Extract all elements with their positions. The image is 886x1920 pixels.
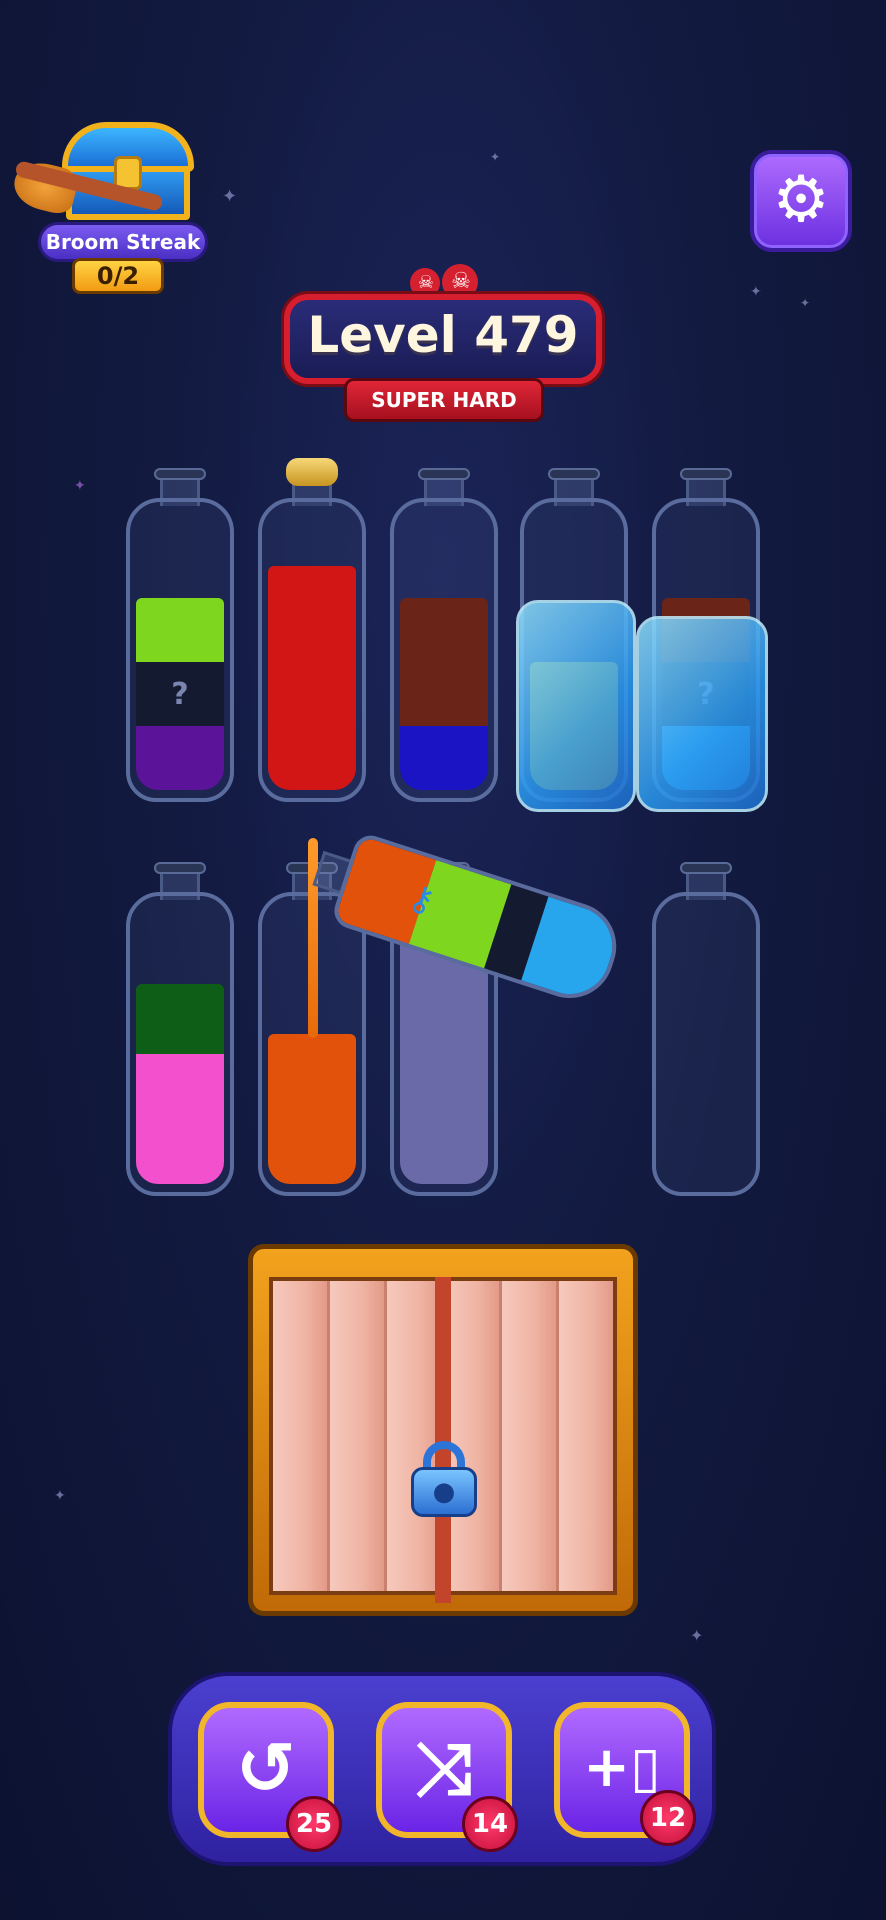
broom-streak-widget[interactable]: Broom Streak 0/2: [9, 118, 214, 298]
liquid-layer: [400, 598, 488, 662]
bottle[interactable]: [258, 458, 366, 802]
ice-block: [516, 600, 636, 812]
liquid-layer: [400, 662, 488, 726]
bottle-glass: [126, 892, 234, 1196]
star-decoration: ✦: [74, 478, 86, 494]
liquid-layer: [268, 734, 356, 790]
gear-icon: ⚙: [772, 163, 830, 237]
shuffle-count-badge: 14: [462, 1796, 518, 1852]
locked-bottle-box[interactable]: ●: [248, 1244, 638, 1616]
broom-streak-label: Broom Streak: [38, 222, 208, 262]
bottle-glass: [652, 892, 760, 1196]
padlock-icon: ●: [411, 1441, 477, 1517]
bottle[interactable]: [390, 468, 498, 802]
pour-stream: [308, 838, 318, 1038]
liquid-layer: [136, 598, 224, 662]
star-decoration: ✦: [800, 296, 811, 310]
liquid-layer: [268, 622, 356, 678]
level-title: Level 479: [307, 306, 579, 364]
bottle[interactable]: [126, 862, 234, 1196]
liquid-layer: [268, 1034, 356, 1184]
bottle-liquid: [400, 598, 488, 790]
bottle-glass: ?: [126, 498, 234, 802]
bottle-liquid: ?: [136, 598, 224, 790]
treasure-chest-icon: [62, 122, 194, 222]
star-decoration: ✦: [690, 1626, 704, 1645]
add-bottle-count-badge: 12: [640, 1790, 696, 1846]
liquid-layer: [136, 726, 224, 790]
add-bottle-icon: +▯: [583, 1735, 661, 1800]
broom-streak-count: 0/2: [72, 258, 164, 294]
bottle[interactable]: [652, 862, 760, 1196]
bottle-liquid: [268, 566, 356, 790]
settings-button[interactable]: ⚙: [750, 150, 852, 252]
star-decoration: ✦: [54, 1488, 66, 1504]
bottle-glass: [390, 498, 498, 802]
liquid-layer: [136, 984, 224, 1054]
undo-count-badge: 25: [286, 1796, 342, 1852]
liquid-layer: [400, 726, 488, 790]
bottle-liquid: [268, 1034, 356, 1184]
shuffle-icon: ⤨: [415, 1726, 473, 1810]
cork-icon: [286, 458, 338, 486]
difficulty-badge: SUPER HARD: [344, 378, 544, 422]
liquid-layer: [268, 678, 356, 734]
liquid-layer: [136, 1054, 224, 1184]
hidden-layer: ?: [136, 662, 224, 726]
bottle-glass: [258, 498, 366, 802]
bottle[interactable]: ?: [126, 468, 234, 802]
undo-icon: ↺: [235, 1726, 297, 1810]
star-decoration: ✦: [222, 186, 238, 207]
ice-block: [636, 616, 768, 812]
star-decoration: ✦: [490, 150, 501, 164]
bottle-liquid: [136, 984, 224, 1184]
star-decoration: ✦: [750, 284, 762, 300]
liquid-layer: [268, 566, 356, 622]
